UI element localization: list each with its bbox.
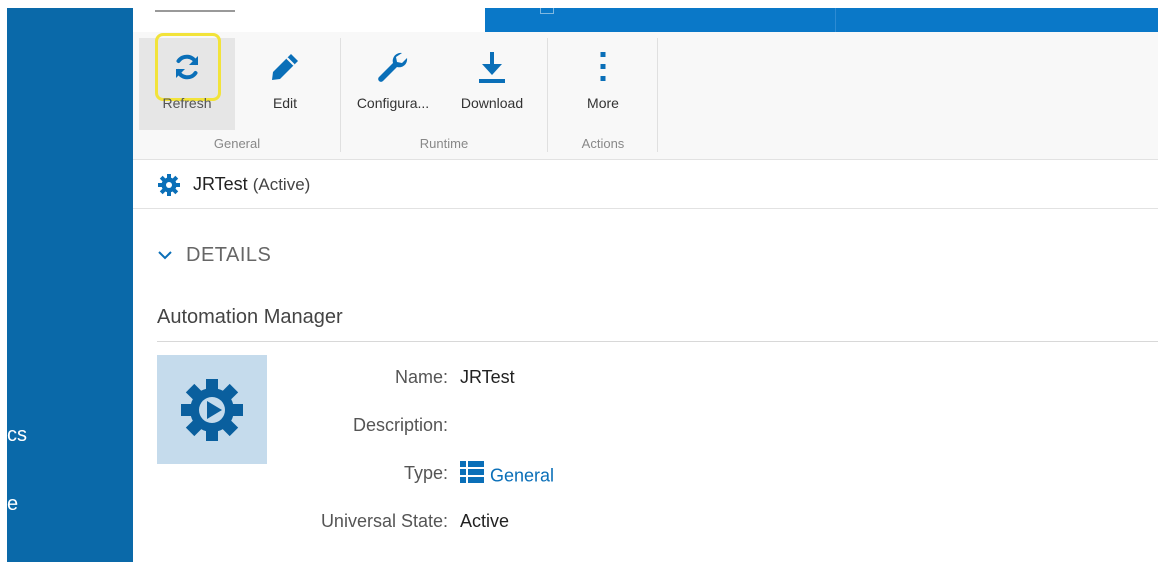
download-icon bbox=[473, 48, 511, 86]
group-divider bbox=[657, 38, 658, 152]
download-label: Download bbox=[460, 95, 524, 111]
type-label: Type: bbox=[403, 463, 448, 483]
header-title-fragment bbox=[155, 8, 235, 12]
navigation-sidebar: cs e bbox=[7, 8, 133, 562]
configure-button[interactable]: Configura... bbox=[349, 38, 437, 130]
pencil-icon bbox=[266, 48, 304, 86]
section-divider bbox=[157, 341, 1158, 342]
details-header-label: DETAILS bbox=[186, 244, 272, 266]
group-label-general: General bbox=[213, 136, 261, 151]
group-divider bbox=[547, 38, 548, 152]
more-label: More bbox=[587, 95, 619, 111]
edit-label: Edit bbox=[272, 95, 298, 111]
group-label-runtime: Runtime bbox=[419, 136, 469, 151]
more-button[interactable]: More bbox=[563, 38, 643, 130]
wrench-icon bbox=[374, 48, 412, 86]
universal-state-value: Active bbox=[460, 511, 510, 531]
window-top-edge bbox=[0, 0, 1158, 8]
window-icon bbox=[540, 8, 554, 14]
universal-state-label: Universal State: bbox=[320, 511, 448, 531]
group-divider bbox=[340, 38, 341, 152]
gear-icon bbox=[157, 173, 181, 197]
name-value: JRTest bbox=[460, 367, 515, 387]
section-title: Automation Manager bbox=[157, 306, 343, 328]
list-icon bbox=[460, 461, 484, 488]
edit-button[interactable]: Edit bbox=[245, 38, 325, 130]
group-label-actions: Actions bbox=[581, 136, 625, 151]
type-value: General bbox=[460, 461, 554, 490]
entity-state: (Active) bbox=[252, 175, 311, 194]
vertical-dots-icon bbox=[584, 48, 622, 86]
entity-title: JRTest (Active) bbox=[193, 174, 310, 195]
refresh-label: Refresh bbox=[162, 95, 212, 111]
name-label: Name: bbox=[394, 367, 448, 387]
type-link[interactable]: General bbox=[490, 465, 554, 485]
focus-highlight bbox=[155, 33, 221, 101]
chevron-down-icon bbox=[158, 245, 172, 260]
sidebar-item-partial-cs[interactable]: cs bbox=[7, 424, 47, 447]
sidebar-item-partial-e[interactable]: e bbox=[7, 493, 27, 516]
details-toggle[interactable]: DETAILS bbox=[158, 244, 271, 267]
refresh-button[interactable]: Refresh bbox=[139, 33, 235, 130]
header-divider bbox=[835, 8, 836, 32]
download-button[interactable]: Download bbox=[449, 38, 535, 130]
ribbon-toolbar: Refresh Edit Configura... Download More … bbox=[133, 32, 1158, 160]
entity-titlebar: JRTest (Active) bbox=[133, 160, 1158, 209]
header-left-area bbox=[133, 8, 485, 32]
configure-label: Configura... bbox=[356, 95, 430, 111]
header-strip bbox=[485, 8, 1158, 32]
entity-name: JRTest bbox=[193, 174, 248, 194]
description-label: Description: bbox=[352, 415, 448, 435]
